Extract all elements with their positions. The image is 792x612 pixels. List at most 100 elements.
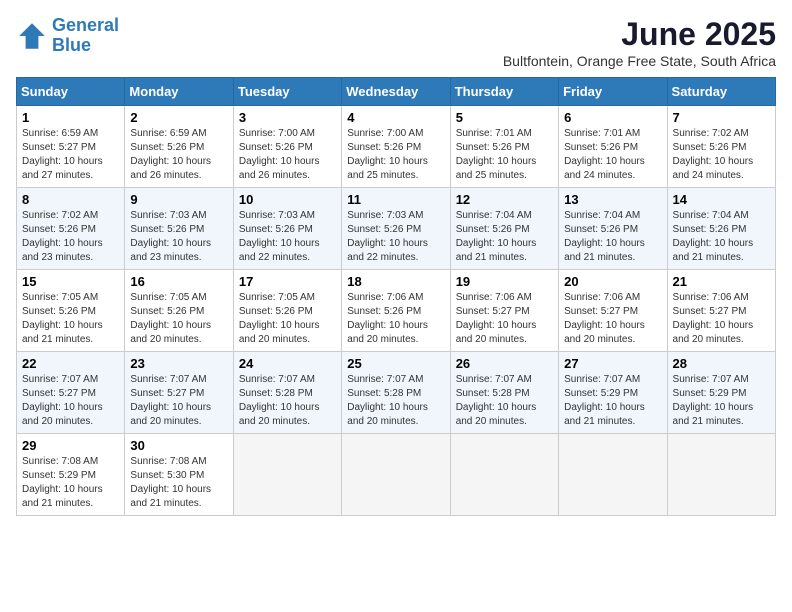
day-number: 9 [130,192,227,207]
col-thursday: Thursday [450,78,558,106]
table-row: 28 Sunrise: 7:07 AM Sunset: 5:29 PM Dayli… [667,352,775,434]
calendar-header-row: Sunday Monday Tuesday Wednesday Thursday… [17,78,776,106]
page-header: General Blue June 2025 Bultfontein, Oran… [16,16,776,69]
day-info: Sunrise: 7:00 AM Sunset: 5:26 PM Dayligh… [239,127,336,183]
day-number: 28 [673,356,770,371]
day-number: 6 [564,110,661,125]
day-number: 23 [130,356,227,371]
day-info: Sunrise: 7:01 AM Sunset: 5:26 PM Dayligh… [564,127,661,183]
day-number: 13 [564,192,661,207]
day-number: 14 [673,192,770,207]
day-info: Sunrise: 7:01 AM Sunset: 5:26 PM Dayligh… [456,127,553,183]
day-number: 2 [130,110,227,125]
table-row: 16 Sunrise: 7:05 AM Sunset: 5:26 PM Dayli… [125,270,233,352]
day-number: 5 [456,110,553,125]
calendar-week-2: 8 Sunrise: 7:02 AM Sunset: 5:26 PM Daylig… [17,188,776,270]
day-number: 16 [130,274,227,289]
table-row: 27 Sunrise: 7:07 AM Sunset: 5:29 PM Dayli… [559,352,667,434]
table-row [450,434,558,516]
day-info: Sunrise: 7:05 AM Sunset: 5:26 PM Dayligh… [130,291,227,347]
table-row: 14 Sunrise: 7:04 AM Sunset: 5:26 PM Dayli… [667,188,775,270]
day-info: Sunrise: 7:03 AM Sunset: 5:26 PM Dayligh… [130,209,227,265]
table-row: 17Sunrise: 7:05 AM Sunset: 5:26 PM Dayli… [233,270,341,352]
table-row: 19Sunrise: 7:06 AM Sunset: 5:27 PM Dayli… [450,270,558,352]
day-number: 18 [347,274,444,289]
day-info: Sunrise: 7:00 AM Sunset: 5:26 PM Dayligh… [347,127,444,183]
title-block: June 2025 Bultfontein, Orange Free State… [503,16,776,69]
table-row: 1 Sunrise: 6:59 AM Sunset: 5:27 PM Daylig… [17,106,125,188]
day-number: 26 [456,356,553,371]
table-row: 7Sunrise: 7:02 AM Sunset: 5:26 PM Daylig… [667,106,775,188]
table-row: 26 Sunrise: 7:07 AM Sunset: 5:28 PM Dayli… [450,352,558,434]
day-info: Sunrise: 7:03 AM Sunset: 5:26 PM Dayligh… [347,209,444,265]
col-saturday: Saturday [667,78,775,106]
table-row: 15 Sunrise: 7:05 AM Sunset: 5:26 PM Dayli… [17,270,125,352]
calendar-table: Sunday Monday Tuesday Wednesday Thursday… [16,77,776,516]
month-title: June 2025 [503,16,776,53]
day-info: Sunrise: 7:07 AM Sunset: 5:28 PM Dayligh… [456,373,553,429]
day-info: Sunrise: 7:07 AM Sunset: 5:29 PM Dayligh… [564,373,661,429]
day-info: Sunrise: 7:07 AM Sunset: 5:28 PM Dayligh… [239,373,336,429]
location-subtitle: Bultfontein, Orange Free State, South Af… [503,53,776,69]
day-info: Sunrise: 7:02 AM Sunset: 5:26 PM Dayligh… [673,127,770,183]
table-row: 4Sunrise: 7:00 AM Sunset: 5:26 PM Daylig… [342,106,450,188]
day-info: Sunrise: 7:07 AM Sunset: 5:29 PM Dayligh… [673,373,770,429]
calendar-week-4: 22 Sunrise: 7:07 AM Sunset: 5:27 PM Dayli… [17,352,776,434]
day-info: Sunrise: 6:59 AM Sunset: 5:26 PM Dayligh… [130,127,227,183]
day-info: Sunrise: 7:08 AM Sunset: 5:30 PM Dayligh… [130,455,227,511]
table-row: 10Sunrise: 7:03 AM Sunset: 5:26 PM Dayli… [233,188,341,270]
day-info: Sunrise: 7:08 AM Sunset: 5:29 PM Dayligh… [22,455,119,511]
day-info: Sunrise: 6:59 AM Sunset: 5:27 PM Dayligh… [22,127,119,183]
table-row: 8 Sunrise: 7:02 AM Sunset: 5:26 PM Daylig… [17,188,125,270]
day-info: Sunrise: 7:06 AM Sunset: 5:26 PM Dayligh… [347,291,444,347]
table-row: 12Sunrise: 7:04 AM Sunset: 5:26 PM Dayli… [450,188,558,270]
col-friday: Friday [559,78,667,106]
logo-icon [16,20,48,52]
table-row: 30 Sunrise: 7:08 AM Sunset: 5:30 PM Dayli… [125,434,233,516]
table-row: 3 Sunrise: 7:00 AM Sunset: 5:26 PM Daylig… [233,106,341,188]
table-row: 25 Sunrise: 7:07 AM Sunset: 5:28 PM Dayli… [342,352,450,434]
day-number: 11 [347,192,444,207]
table-row: 6 Sunrise: 7:01 AM Sunset: 5:26 PM Daylig… [559,106,667,188]
day-number: 30 [130,438,227,453]
table-row: 13 Sunrise: 7:04 AM Sunset: 5:26 PM Dayli… [559,188,667,270]
day-info: Sunrise: 7:06 AM Sunset: 5:27 PM Dayligh… [456,291,553,347]
day-info: Sunrise: 7:06 AM Sunset: 5:27 PM Dayligh… [673,291,770,347]
calendar-week-5: 29 Sunrise: 7:08 AM Sunset: 5:29 PM Dayli… [17,434,776,516]
day-number: 24 [239,356,336,371]
logo-text: General Blue [52,16,119,56]
table-row: 23Sunrise: 7:07 AM Sunset: 5:27 PM Dayli… [125,352,233,434]
table-row: 9 Sunrise: 7:03 AM Sunset: 5:26 PM Daylig… [125,188,233,270]
table-row: 18 Sunrise: 7:06 AM Sunset: 5:26 PM Dayli… [342,270,450,352]
table-row: 11 Sunrise: 7:03 AM Sunset: 5:26 PM Dayli… [342,188,450,270]
day-info: Sunrise: 7:02 AM Sunset: 5:26 PM Dayligh… [22,209,119,265]
day-info: Sunrise: 7:07 AM Sunset: 5:28 PM Dayligh… [347,373,444,429]
table-row: 22 Sunrise: 7:07 AM Sunset: 5:27 PM Dayli… [17,352,125,434]
day-number: 29 [22,438,119,453]
day-info: Sunrise: 7:05 AM Sunset: 5:26 PM Dayligh… [22,291,119,347]
day-info: Sunrise: 7:07 AM Sunset: 5:27 PM Dayligh… [22,373,119,429]
table-row [342,434,450,516]
col-sunday: Sunday [17,78,125,106]
calendar-week-1: 1 Sunrise: 6:59 AM Sunset: 5:27 PM Daylig… [17,106,776,188]
day-number: 22 [22,356,119,371]
day-number: 12 [456,192,553,207]
table-row: 21 Sunrise: 7:06 AM Sunset: 5:27 PM Dayli… [667,270,775,352]
day-info: Sunrise: 7:06 AM Sunset: 5:27 PM Dayligh… [564,291,661,347]
day-number: 27 [564,356,661,371]
table-row: 29 Sunrise: 7:08 AM Sunset: 5:29 PM Dayli… [17,434,125,516]
day-number: 10 [239,192,336,207]
table-row: 20 Sunrise: 7:06 AM Sunset: 5:27 PM Dayli… [559,270,667,352]
day-number: 25 [347,356,444,371]
day-number: 8 [22,192,119,207]
day-number: 15 [22,274,119,289]
day-number: 1 [22,110,119,125]
day-number: 17 [239,274,336,289]
calendar-week-3: 15 Sunrise: 7:05 AM Sunset: 5:26 PM Dayli… [17,270,776,352]
day-number: 20 [564,274,661,289]
day-info: Sunrise: 7:04 AM Sunset: 5:26 PM Dayligh… [564,209,661,265]
table-row: 2 Sunrise: 6:59 AM Sunset: 5:26 PM Daylig… [125,106,233,188]
day-number: 3 [239,110,336,125]
day-number: 21 [673,274,770,289]
day-info: Sunrise: 7:04 AM Sunset: 5:26 PM Dayligh… [673,209,770,265]
